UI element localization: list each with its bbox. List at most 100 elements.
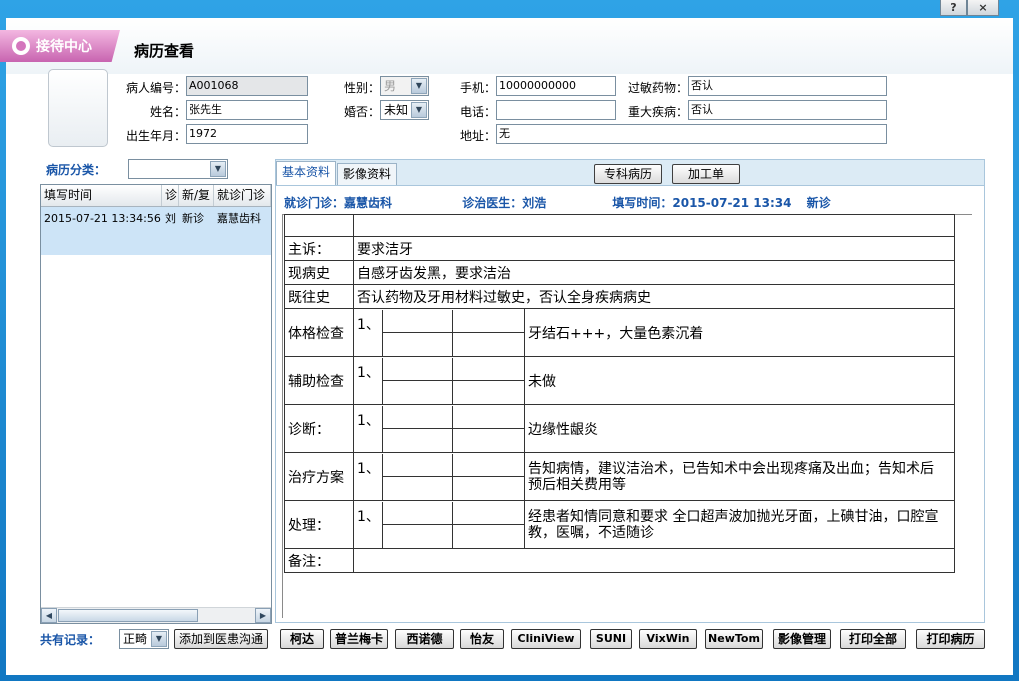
aux-exam-label: 辅助检查 (284, 356, 354, 405)
married-select[interactable]: 未知 ▼ (380, 100, 429, 120)
mobile-field[interactable]: 10000000000 (496, 76, 616, 96)
title-buttons: ? × (940, 0, 999, 16)
diagnosis-number: 1、 (357, 412, 380, 429)
record-table: 主诉： 要求洁牙 现病史 自感牙齿发黑，要求洁治 既往史 否认药物及牙用材料过敏… (284, 214, 955, 573)
record-type: 新诊 (806, 196, 831, 210)
exam-value: 牙结石+++，大量色素沉着 (524, 308, 955, 357)
print-all-button[interactable]: 打印全部 (840, 629, 906, 649)
column-header-type[interactable]: 新/复 (179, 185, 214, 206)
name-field[interactable]: 张先生 (186, 100, 308, 120)
record-detail-panel: 就诊门诊：嘉慧齿科 诊治医生：刘浩 填写时间：2015-07-21 13:34 … (275, 185, 985, 623)
record-info-line: 就诊门诊：嘉慧齿科 诊治医生：刘浩 填写时间：2015-07-21 13:34 … (284, 194, 831, 211)
scroll-left-icon[interactable]: ◀ (41, 608, 57, 623)
patient-id-label: 病人编号： (125, 81, 186, 95)
patient-id-field[interactable]: A001068 (186, 76, 308, 96)
past-history-value: 否认药物及牙用材料过敏史，否认全身疾病病史 (353, 284, 955, 309)
blank-cell (353, 214, 955, 237)
major-disease-label: 重大疾病： (627, 105, 688, 119)
complaint-label: 主诉： (284, 236, 354, 261)
aux-exam-number: 1、 (357, 364, 380, 381)
page-title: 病历查看 (134, 42, 195, 60)
diagnosis-value: 边缘性龈炎 (524, 404, 955, 453)
diagnosis-label: 诊断： (284, 404, 354, 453)
logo-icon (12, 37, 30, 55)
allergy-field[interactable]: 否认 (688, 76, 887, 96)
specialty-record-button[interactable]: 专科病历 (594, 164, 662, 184)
chevron-down-icon: ▼ (411, 102, 427, 118)
gender-label: 性别： (343, 81, 380, 95)
help-button[interactable]: ? (940, 0, 967, 16)
exam-number: 1、 (357, 316, 380, 333)
record-list[interactable]: 填写时间 诊 新/复 就诊门诊 2015-07-21 13:34:56 刘 新诊… (40, 184, 272, 624)
scroll-right-icon[interactable]: ▶ (255, 608, 271, 623)
image-management-button[interactable]: 影像管理 (773, 629, 831, 649)
column-header-time[interactable]: 填写时间 (41, 185, 162, 206)
diagnosis-subgrid: 1、 (353, 404, 525, 453)
name-label: 姓名： (149, 105, 186, 119)
record-doctor: 诊治医生：刘浩 (462, 196, 547, 210)
past-history-label: 既往史 (284, 284, 354, 309)
column-header-doctor[interactable]: 诊 (162, 185, 179, 206)
planmeca-button[interactable]: 普兰梅卡 (330, 629, 388, 649)
newtom-button[interactable]: NewTom (705, 629, 763, 649)
chevron-down-icon: ▼ (151, 631, 167, 647)
tab-image-info[interactable]: 影像资料 (337, 163, 398, 186)
blank-cell (284, 214, 354, 237)
reception-center-logo: 接待中心 (0, 30, 120, 62)
row-time: 2015-07-21 13:34:56 (44, 212, 161, 225)
application-window: ? × 接待中心 病历查看 病人编号： A001068 性别： 男 ▼ 手机： … (0, 0, 1019, 681)
communication-type-select[interactable]: 正畸 ▼ (119, 629, 169, 649)
chevron-down-icon: ▼ (411, 78, 427, 94)
address-label: 地址： (459, 129, 496, 143)
yiyou-button[interactable]: 怡友 (460, 629, 504, 649)
sirona-button[interactable]: 西诺德 (395, 629, 454, 649)
history-value: 自感牙齿发黑，要求洁治 (353, 260, 955, 285)
phone-field[interactable] (496, 100, 616, 120)
phone-label: 电话： (459, 105, 496, 119)
aux-exam-value: 未做 (524, 356, 955, 405)
treatment-value: 经患者知情同意和要求 全口超声波加抛光牙面，上碘甘油，口腔宣教，医嘱，不适随诊 (524, 500, 955, 549)
aux-exam-subgrid: 1、 (353, 356, 525, 405)
tab-basic-info[interactable]: 基本资料 (276, 161, 337, 186)
note-label: 备注： (284, 548, 354, 573)
major-disease-field[interactable]: 否认 (688, 100, 887, 120)
close-button[interactable]: × (967, 0, 999, 16)
treatment-number: 1、 (357, 508, 380, 525)
table-row[interactable]: 2015-07-21 13:34:56 刘 新诊 嘉慧齿科 (41, 207, 271, 231)
header-band: 接待中心 病历查看 (0, 18, 1013, 74)
add-to-communication-button[interactable]: 添加到医患沟通 (174, 629, 268, 649)
chevron-down-icon: ▼ (210, 161, 226, 177)
column-header-clinic[interactable]: 就诊门诊 (214, 185, 271, 206)
gender-select[interactable]: 男 ▼ (380, 76, 429, 96)
process-order-button[interactable]: 加工单 (672, 164, 740, 184)
row-clinic: 嘉慧齿科 (217, 212, 261, 225)
print-record-button[interactable]: 打印病历 (916, 629, 985, 649)
client-area: 接待中心 病历查看 病人编号： A001068 性别： 男 ▼ 手机： 1000… (0, 18, 1013, 675)
mobile-label: 手机： (459, 81, 496, 95)
suni-button[interactable]: SUNI (590, 629, 632, 649)
patient-photo[interactable] (48, 69, 108, 147)
address-field[interactable]: 无 (496, 124, 887, 144)
treatment-plan-label: 治疗方案 (284, 452, 354, 501)
treatment-plan-value: 告知病情，建议洁治术，已告知术中会出现疼痛及出血；告知术后 预后相关费用等 (524, 452, 955, 501)
treatment-plan-number: 1、 (357, 460, 380, 477)
cliniview-button[interactable]: CliniView (511, 629, 581, 649)
horizontal-scrollbar[interactable]: ◀ ▶ (41, 607, 271, 623)
exam-subgrid: 1、 (353, 308, 525, 357)
bottom-toolbar: 共有记录： 正畸 ▼ 添加到医患沟通 柯达 普兰梅卡 西诺德 怡友 CliniV… (6, 626, 1013, 656)
treatment-label: 处理： (284, 500, 354, 549)
note-value (353, 548, 955, 573)
kodak-button[interactable]: 柯达 (280, 629, 324, 649)
birth-field[interactable]: 1972 (186, 124, 308, 144)
record-category-select[interactable]: ▼ (128, 159, 228, 179)
married-value: 未知 (384, 103, 409, 117)
married-label: 婚否： (343, 105, 380, 119)
table-row-empty[interactable] (41, 231, 271, 255)
scroll-thumb[interactable] (58, 609, 198, 622)
logo-text: 接待中心 (36, 39, 92, 55)
total-records-label: 共有记录： (40, 633, 101, 647)
record-clinic: 就诊门诊：嘉慧齿科 (284, 196, 393, 210)
vixwin-button[interactable]: VixWin (639, 629, 697, 649)
exam-label: 体格检查 (284, 308, 354, 357)
row-doctor: 刘 (165, 212, 176, 225)
